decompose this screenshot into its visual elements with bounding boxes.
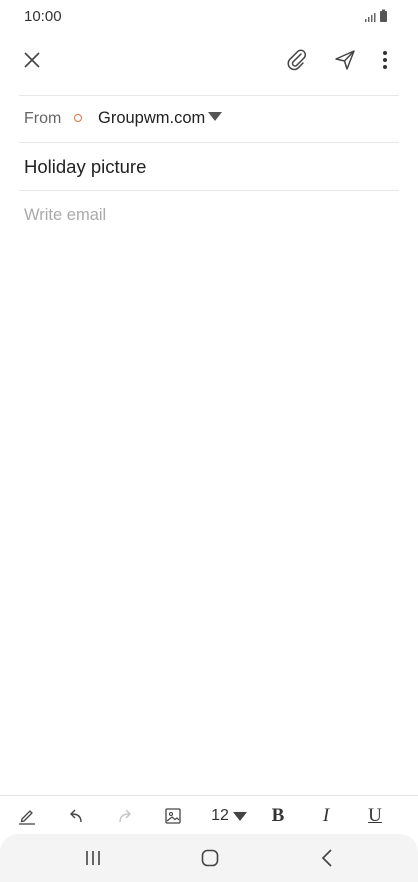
format-toolbar: 12 B I U [0,795,418,836]
back-icon [321,849,332,867]
image-icon [165,808,181,824]
bold-button[interactable]: B [256,796,300,836]
home-icon [201,849,219,867]
email-body-input[interactable]: Write email [24,206,106,225]
status-bar: 10:00 [0,0,418,32]
undo-button[interactable] [54,796,98,836]
undo-icon [70,809,82,823]
close-icon [24,52,40,68]
close-button[interactable] [12,40,52,80]
send-icon [335,50,355,70]
account-color-dot [74,114,82,122]
dropdown-caret-icon[interactable] [208,112,222,121]
more-options-button[interactable] [365,40,405,80]
status-time: 10:00 [24,8,62,25]
signal-battery-icon [365,9,387,22]
send-button[interactable] [325,40,365,80]
divider [19,190,399,191]
pen-icon [19,810,35,825]
dropdown-caret-icon [232,811,247,821]
more-vert-icon [383,51,387,69]
subject-field[interactable]: Holiday picture [24,156,146,178]
underline-button[interactable]: U [353,796,397,836]
recents-icon [86,851,100,865]
redo-icon [119,809,131,823]
system-nav-bar [0,834,418,882]
from-row[interactable]: From Groupwm.com [0,96,418,142]
insert-image-button[interactable] [151,796,195,836]
pen-button[interactable] [5,796,49,836]
paperclip-icon [287,49,307,71]
from-account[interactable]: Groupwm.com [98,109,205,128]
redo-button[interactable] [103,796,147,836]
recents-button[interactable] [63,838,123,878]
font-size-dropdown[interactable]: 12 [202,796,256,836]
italic-button[interactable]: I [304,796,348,836]
compose-app-bar [0,32,418,90]
back-button[interactable] [297,838,357,878]
from-label: From [24,110,62,127]
home-button[interactable] [180,838,240,878]
attach-button[interactable] [277,40,317,80]
divider [19,142,399,143]
font-size-value: 12 [211,807,229,824]
